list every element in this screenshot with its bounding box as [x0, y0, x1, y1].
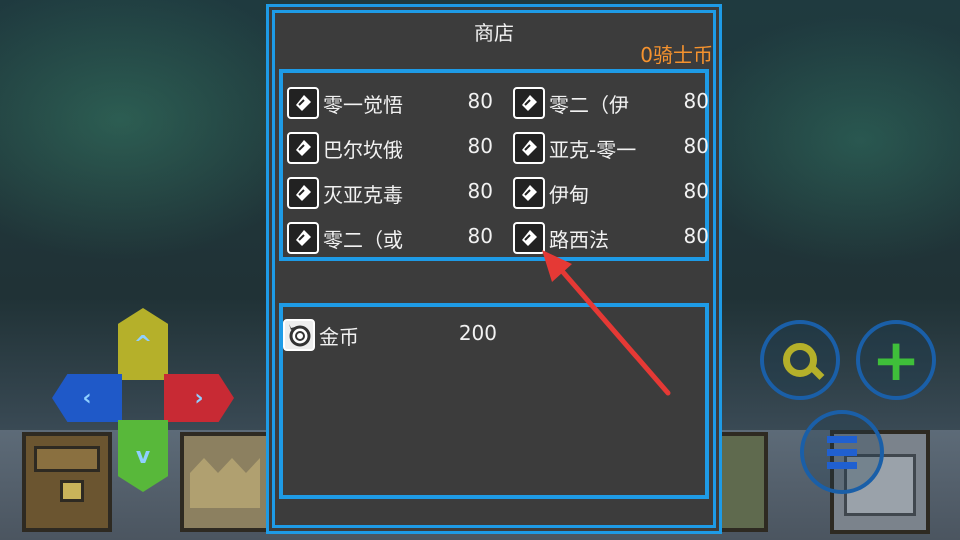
bag-button[interactable]: [716, 432, 768, 532]
knight-coin-balance: 0骑士币: [640, 43, 713, 67]
ticket-icon: [287, 177, 319, 209]
shop-item[interactable]: 伊甸: [513, 175, 589, 211]
shop-panel: 商店 0骑士币 零一觉悟 80 巴尔坎俄 80 灭亚克毒 80 零二（或 80 …: [266, 4, 722, 534]
chevron-right-icon: ›: [194, 385, 204, 411]
chest-lock-icon: [60, 480, 84, 502]
shop-item-list: 零一觉悟 80 巴尔坎俄 80 灭亚克毒 80 零二（或 80 零二（伊 80 …: [279, 69, 709, 261]
shop-item-price: 80: [467, 224, 493, 248]
shop-item[interactable]: 路西法: [513, 220, 609, 256]
coin-icon: [283, 319, 315, 351]
magnifier-icon: [783, 343, 817, 377]
inventory-item-name: 金币: [319, 324, 359, 349]
ticket-icon: [513, 222, 545, 254]
ticket-icon: [287, 222, 319, 254]
shop-item-name: 零二（伊: [549, 92, 629, 117]
plus-icon: +: [871, 326, 921, 394]
ticket-icon: [513, 132, 545, 164]
inventory-item[interactable]: 金币: [283, 317, 359, 353]
shop-item[interactable]: 灭亚克毒: [287, 175, 403, 211]
inventory-item-amount: 200: [458, 321, 497, 345]
shop-item-price: 80: [683, 179, 709, 203]
inventory-list: 金币 200: [279, 303, 709, 499]
shop-item-price: 80: [467, 89, 493, 113]
shop-item-price: 80: [467, 134, 493, 158]
shop-item[interactable]: 亚克-零一: [513, 130, 636, 166]
ticket-icon: [513, 87, 545, 119]
chevron-left-icon: ‹: [82, 385, 92, 411]
shop-item-name: 灭亚克毒: [323, 182, 403, 207]
menu-icon: [827, 435, 857, 469]
shop-item[interactable]: 零一觉悟: [287, 85, 403, 121]
shop-item[interactable]: 巴尔坎俄: [287, 130, 403, 166]
shop-item-name: 巴尔坎俄: [323, 137, 403, 162]
shop-item-name: 路西法: [549, 227, 609, 252]
menu-button[interactable]: [800, 410, 884, 494]
ticket-icon: [513, 177, 545, 209]
shop-item-name: 伊甸: [549, 182, 589, 207]
ticket-icon: [287, 132, 319, 164]
shop-item-name: 零二（或: [323, 227, 403, 252]
shop-item-name: 零一觉悟: [323, 92, 403, 117]
add-button[interactable]: +: [856, 320, 936, 400]
shop-item-price: 80: [683, 134, 709, 158]
shop-item-price: 80: [683, 224, 709, 248]
shop-item[interactable]: 零二（或: [287, 220, 403, 256]
chevron-up-icon: ^: [133, 331, 153, 357]
shop-item-name: 亚克-零一: [549, 137, 637, 162]
ticket-icon: [287, 87, 319, 119]
shop-item[interactable]: 零二（伊: [513, 85, 629, 121]
shop-item-price: 80: [467, 179, 493, 203]
treasure-chest-button[interactable]: [22, 432, 112, 532]
crown-button[interactable]: [180, 432, 270, 532]
chevron-down-icon: v: [135, 443, 151, 469]
zoom-button[interactable]: [760, 320, 840, 400]
shop-item-price: 80: [683, 89, 709, 113]
